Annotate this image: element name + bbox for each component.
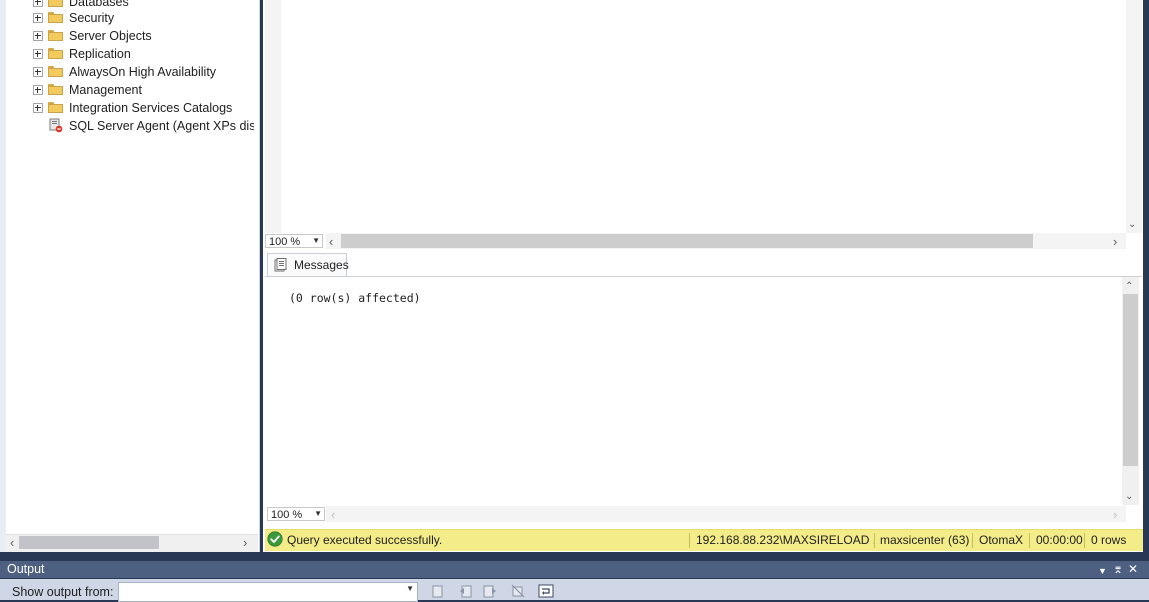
tab-label: Messages (294, 258, 349, 272)
show-output-from-select[interactable]: ▼ (118, 582, 418, 602)
sql-agent-disabled-icon (49, 118, 63, 133)
status-separator (1029, 533, 1030, 548)
tree-item-label: Security (69, 11, 115, 25)
clear-all-icon[interactable] (510, 583, 526, 599)
output-panel-title: Output (7, 562, 45, 576)
status-separator (689, 533, 690, 548)
tree-item-label: Management (69, 83, 142, 97)
expand-icon[interactable] (33, 67, 43, 77)
pin-icon[interactable]: ⌆ (1113, 562, 1123, 576)
status-separator (1084, 533, 1085, 548)
scroll-right-icon[interactable]: › (1113, 233, 1117, 250)
zoom-select-bottom[interactable]: 100 % ▼ (267, 507, 325, 521)
message-output-text: (0 row(s) affected) (289, 291, 421, 305)
status-database: OtomaX (979, 533, 1024, 547)
expand-icon[interactable] (33, 13, 43, 23)
messages-pane[interactable] (265, 277, 1122, 505)
explorer-scroll-thumb[interactable] (19, 536, 159, 549)
output-panel-header (0, 561, 1149, 578)
zoom-value: 100 % (271, 509, 303, 521)
status-user: maxsicenter (63) (880, 533, 970, 547)
panel-menu-icon[interactable]: ▼ (1098, 564, 1107, 578)
scroll-left-icon[interactable]: ‹ (331, 506, 335, 523)
messages-scroll-thumb[interactable] (1123, 294, 1138, 466)
status-separator (874, 533, 875, 548)
expand-icon[interactable] (33, 85, 43, 95)
status-server: 192.168.88.232\MAXSIRELOAD ... (696, 533, 874, 547)
status-rows: 0 rows (1091, 533, 1127, 547)
folder-icon (48, 84, 63, 95)
folder-icon (48, 12, 63, 23)
query-status-bar: Query executed successfully. 192.168.88.… (265, 529, 1143, 551)
status-message: Query executed successfully. (287, 533, 443, 547)
scroll-right-icon[interactable]: › (243, 534, 247, 551)
results-grid[interactable] (265, 0, 1143, 233)
next-message-icon[interactable] (481, 583, 497, 599)
scroll-left-icon[interactable]: ‹ (329, 233, 333, 250)
close-icon[interactable]: ✕ (1128, 562, 1138, 576)
grid-left-margin (265, 0, 281, 233)
expand-icon[interactable] (33, 49, 43, 59)
success-check-icon (267, 531, 283, 547)
zoom-value: 100 % (269, 236, 301, 248)
status-elapsed: 00:00:00 (1036, 533, 1083, 547)
explorer-left-strip (0, 0, 6, 552)
scroll-down-icon[interactable]: ⌄ (1125, 488, 1133, 505)
toggle-word-wrap-icon[interactable] (538, 583, 554, 599)
scroll-left-icon[interactable]: ‹ (10, 534, 14, 551)
dropdown-arrow-icon: ▼ (314, 509, 322, 518)
zoom-select-top[interactable]: 100 % ▼ (265, 234, 323, 248)
folder-icon (48, 66, 63, 77)
tab-messages[interactable]: Messages (267, 253, 349, 276)
tree-item-label: Integration Services Catalogs (69, 101, 233, 115)
expand-icon[interactable] (33, 103, 43, 113)
scroll-up-icon[interactable]: ⌃ (1125, 278, 1133, 295)
dropdown-arrow-icon: ▼ (312, 236, 320, 245)
find-message-icon[interactable] (430, 583, 446, 599)
grid-vertical-scrollbar[interactable] (1126, 0, 1142, 233)
results-tabstrip (265, 251, 1142, 277)
folder-icon (48, 0, 63, 7)
expand-icon[interactable] (33, 0, 43, 7)
status-separator (972, 533, 973, 548)
tree-item-label: AlwaysOn High Availability (69, 65, 217, 79)
tree-item-label: SQL Server Agent (Agent XPs disabl (69, 119, 254, 133)
tree-item-sql-server-agent[interactable]: SQL Server Agent (Agent XPs disabl (32, 117, 254, 135)
object-explorer: Databases Security Server Objects Replic… (0, 0, 260, 552)
messages-icon (274, 258, 287, 272)
tree-item-label: Replication (69, 47, 131, 61)
dropdown-arrow-icon: ▼ (406, 584, 414, 593)
expand-icon[interactable] (33, 31, 43, 41)
show-output-from-label: Show output from: (12, 585, 114, 599)
folder-icon (48, 30, 63, 41)
messages-horizontal-scrollbar[interactable] (326, 506, 1126, 522)
folder-icon (48, 48, 63, 59)
folder-icon (48, 102, 63, 113)
grid-scroll-thumb[interactable] (341, 234, 1033, 248)
scroll-down-icon[interactable]: ⌄ (1128, 216, 1136, 233)
previous-message-icon[interactable] (459, 583, 475, 599)
tree-item-label: Server Objects (69, 29, 152, 43)
scroll-right-icon[interactable]: › (1113, 506, 1117, 523)
